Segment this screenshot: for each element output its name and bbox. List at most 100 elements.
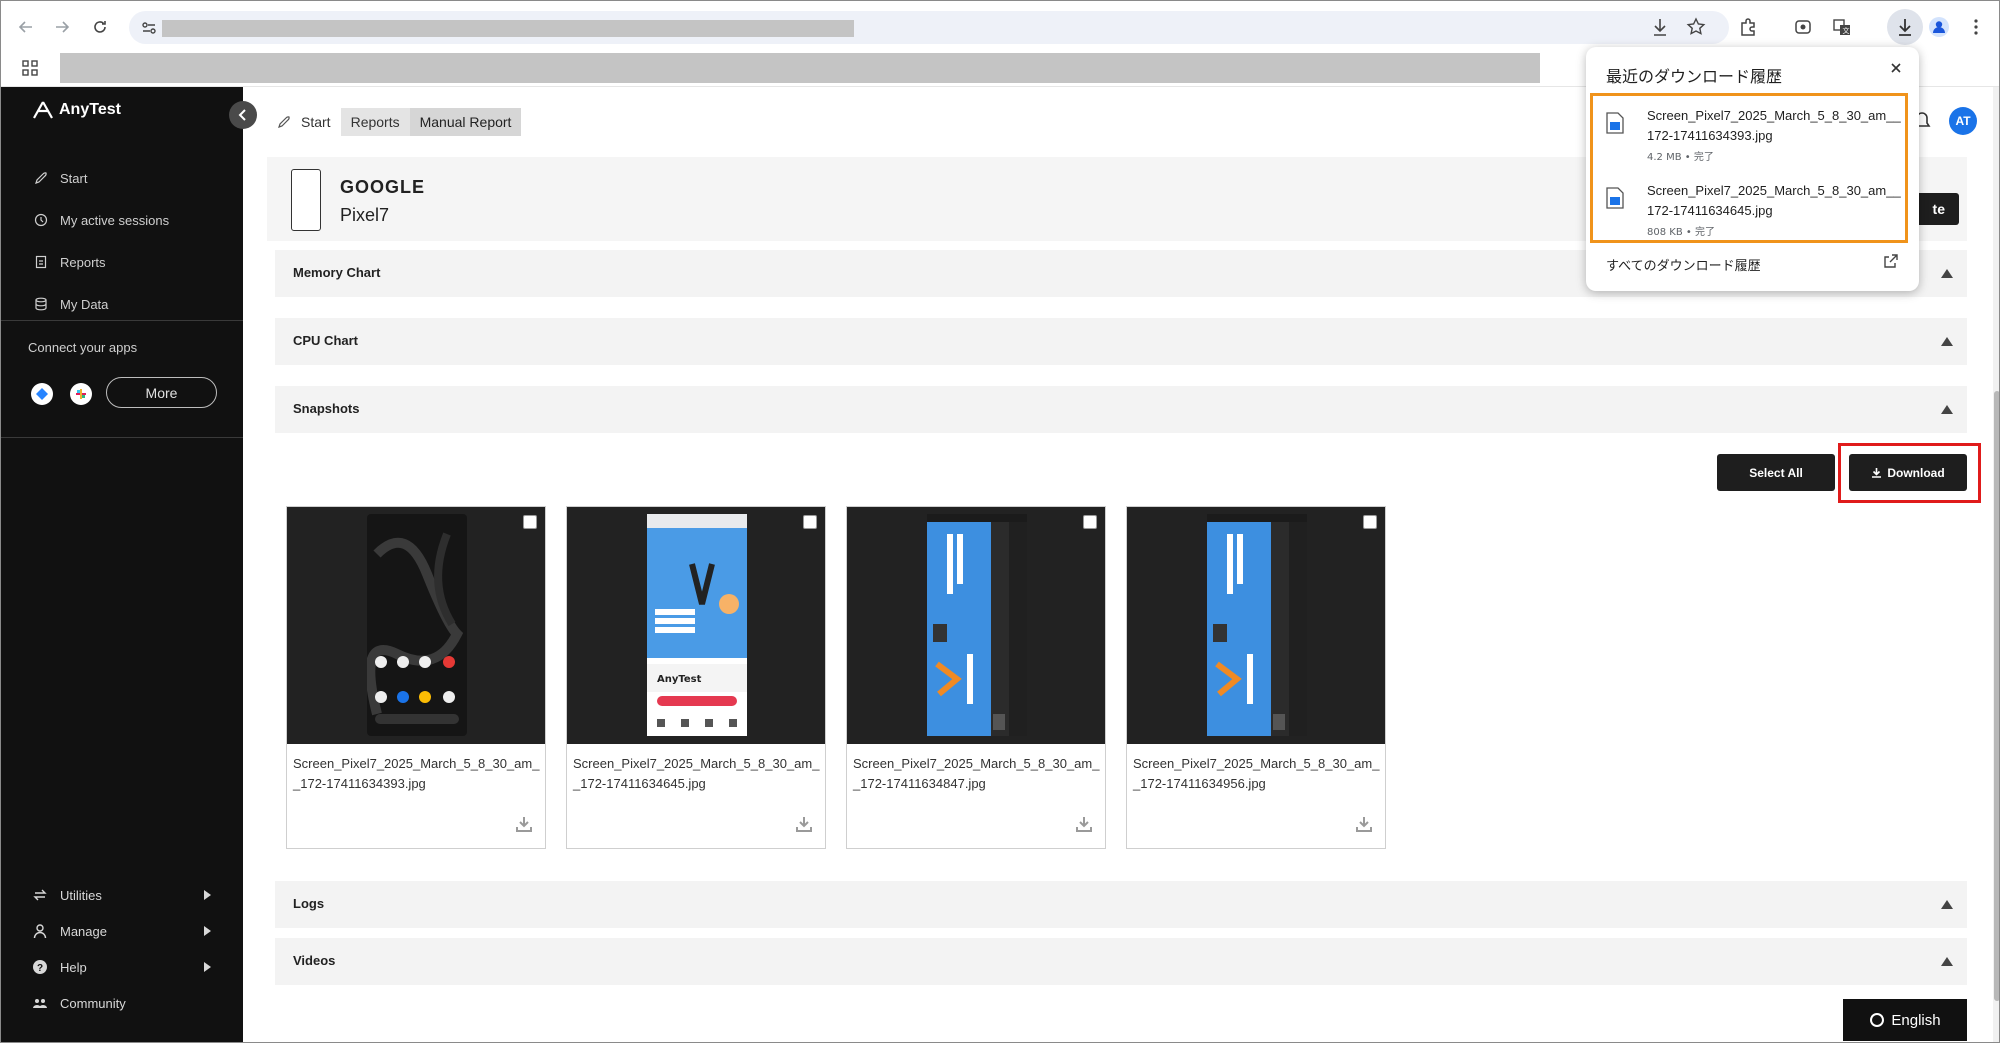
breadcrumb-start[interactable]: Start — [267, 108, 341, 136]
expand-arrow-icon — [204, 926, 211, 936]
snapshot-thumbnail[interactable] — [1127, 507, 1385, 744]
more-apps-button[interactable]: More — [106, 377, 217, 408]
extensions-icon[interactable] — [1735, 14, 1761, 40]
close-icon[interactable] — [1889, 61, 1903, 80]
sidebar-item-reports[interactable]: Reports — [1, 241, 243, 283]
breadcrumb-reports[interactable]: Reports — [340, 108, 410, 136]
translate-icon[interactable]: 文 — [1829, 14, 1855, 40]
sidebar-item-label: Reports — [60, 254, 106, 270]
snapshot-card[interactable]: Screen_Pixel7_2025_March_5_8_30_am__172-… — [286, 506, 546, 849]
downloads-icon[interactable] — [1887, 9, 1923, 45]
jira-app-icon[interactable] — [31, 383, 53, 405]
profile-icon[interactable] — [1926, 14, 1952, 40]
section-cpu-chart[interactable]: CPU Chart — [275, 318, 1967, 365]
breadcrumb-manual-report: Manual Report — [409, 108, 522, 136]
section-title: Memory Chart — [293, 265, 381, 280]
sidebar-item-label: Start — [60, 170, 88, 186]
section-logs[interactable]: Logs — [275, 881, 1967, 928]
section-title: Videos — [293, 953, 336, 968]
forward-icon[interactable] — [49, 14, 75, 40]
language-selector[interactable]: English — [1843, 999, 1967, 1041]
snapshot-card[interactable]: Screen_Pixel7_2025_March_5_8_30_am__172-… — [846, 506, 1106, 849]
sidebar-item-help[interactable]: ? Help — [1, 949, 243, 985]
device-brand: GOOGLE — [340, 177, 426, 197]
report-icon — [35, 255, 47, 269]
sidebar-item-label: My active sessions — [60, 212, 170, 228]
select-checkbox[interactable] — [803, 515, 817, 529]
section-snapshots[interactable]: Snapshots — [275, 386, 1967, 433]
homescreen-screenshot — [367, 514, 467, 736]
site-settings-icon[interactable] — [139, 18, 159, 38]
select-checkbox[interactable] — [1083, 515, 1097, 529]
reload-icon[interactable] — [87, 14, 113, 40]
collapse-caret-icon — [1941, 269, 1953, 278]
slack-app-icon[interactable] — [70, 383, 92, 405]
snapshot-card[interactable]: Screen_Pixel7_2025_March_5_8_30_am__172-… — [1126, 506, 1386, 849]
user-avatar[interactable]: AT — [1949, 107, 1977, 135]
sidebar-item-my-data[interactable]: My Data — [1, 283, 243, 325]
breadcrumb-label: Start — [301, 114, 331, 130]
snapshot-thumbnail[interactable]: AnyTest — [567, 507, 825, 744]
more-icon[interactable] — [1963, 14, 1989, 40]
browser-toolbar: 文 — [1, 1, 1999, 53]
open-external-icon[interactable] — [1883, 253, 1899, 274]
utilities-icon — [33, 889, 47, 901]
apps-icon[interactable] — [21, 59, 39, 82]
download-icon[interactable] — [515, 815, 533, 838]
sidebar-item-active-sessions[interactable]: My active sessions — [1, 199, 243, 241]
sidebar-item-utilities[interactable]: Utilities — [1, 877, 243, 913]
brand-logo[interactable]: AnyTest — [33, 101, 121, 119]
download-item[interactable]: Screen_Pixel7_2025_March_5_8_30_am__172-… — [1606, 106, 1902, 166]
section-videos[interactable]: Videos — [275, 938, 1967, 985]
select-all-button[interactable]: Select All — [1717, 454, 1835, 491]
download-icon[interactable] — [795, 815, 813, 838]
bookmarks-redacted — [60, 53, 1540, 83]
snapshot-filename: Screen_Pixel7_2025_March_5_8_30_am__172-… — [573, 756, 820, 791]
section-title: CPU Chart — [293, 333, 359, 348]
all-downloads-link[interactable]: すべてのダウンロード履歴 — [1606, 255, 1761, 274]
sidebar-item-label: Help — [60, 959, 87, 975]
sidebar-item-label: Manage — [60, 923, 107, 939]
download-icon[interactable] — [1355, 815, 1373, 838]
chevron-left-icon — [238, 109, 246, 121]
scrollbar-thumb[interactable] — [1994, 391, 1999, 1001]
snapshot-card[interactable]: AnyTest Screen_Pixel7_2025_March_5_8_30_… — [566, 506, 826, 849]
person-icon — [33, 924, 47, 939]
collapse-caret-icon — [1941, 900, 1953, 909]
section-title: Logs — [293, 896, 325, 911]
download-icon[interactable] — [1651, 17, 1669, 42]
back-icon[interactable] — [13, 14, 39, 40]
download-filename: Screen_Pixel7_2025_March_5_8_30_am__172-… — [1647, 108, 1901, 143]
snapshot-thumbnail[interactable] — [847, 507, 1105, 744]
sidebar-nav: Start My active sessions Reports My Data — [1, 157, 243, 325]
sidebar-divider — [1, 320, 243, 321]
breadcrumb: Start Reports Manual Report — [267, 108, 522, 136]
device-model: Pixel7 — [340, 205, 390, 225]
collapse-sidebar-button[interactable] — [229, 101, 257, 129]
svg-text:文: 文 — [1843, 26, 1850, 35]
webpage-screenshot: AnyTest — [647, 514, 747, 736]
sidebar-item-start[interactable]: Start — [1, 157, 243, 199]
clock-icon — [34, 213, 48, 227]
snapshot-filename: Screen_Pixel7_2025_March_5_8_30_am__172-… — [1133, 756, 1380, 791]
snapshot-thumbnail[interactable] — [287, 507, 545, 744]
svg-text:AnyTest: AnyTest — [657, 674, 702, 685]
download-icon[interactable] — [1075, 815, 1093, 838]
collapse-caret-icon — [1941, 337, 1953, 346]
help-icon: ? — [33, 960, 47, 974]
sidebar-item-label: My Data — [60, 296, 109, 312]
screenshot-icon[interactable] — [1790, 14, 1816, 40]
sidebar-item-manage[interactable]: Manage — [1, 913, 243, 949]
sidebar-item-label: Utilities — [60, 887, 102, 903]
sidebar-item-label: Community — [60, 995, 126, 1011]
star-icon[interactable] — [1686, 17, 1706, 42]
download-item[interactable]: Screen_Pixel7_2025_March_5_8_30_am__172-… — [1606, 181, 1902, 241]
sidebar-item-community[interactable]: Community — [1, 985, 243, 1021]
brand-name: AnyTest — [59, 101, 121, 118]
download-meta: 4.2 MB • 完了 — [1647, 152, 1714, 163]
circle-icon — [1870, 1013, 1885, 1027]
address-bar[interactable] — [129, 11, 1729, 44]
expand-arrow-icon — [204, 962, 211, 972]
select-checkbox[interactable] — [1363, 515, 1377, 529]
select-checkbox[interactable] — [523, 515, 537, 529]
